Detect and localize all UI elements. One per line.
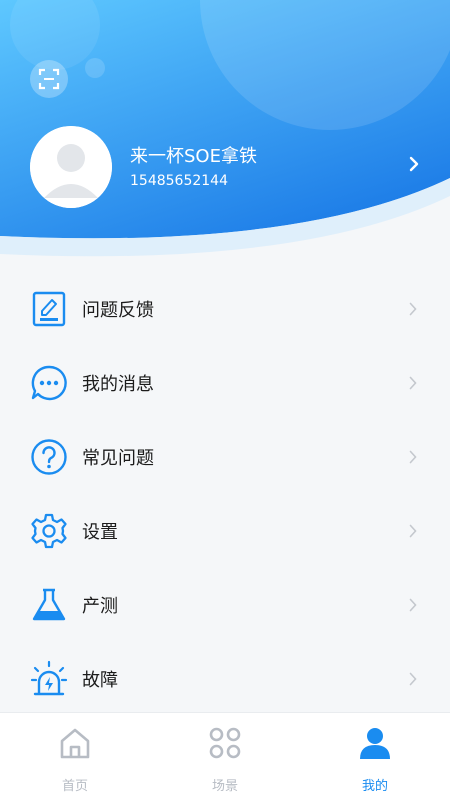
menu-item-label: 我的消息 [82, 374, 154, 395]
tab-mine[interactable]: 我的 [300, 713, 450, 800]
profile-header: 来一杯SOE拿铁 15485652144 [0, 0, 450, 300]
bottom-tab-bar: 首页 场景 我的 [0, 712, 450, 800]
menu-item-label: 故障 [82, 670, 118, 691]
chevron-right-icon [406, 524, 420, 538]
tab-scenes[interactable]: 场景 [150, 713, 300, 800]
menu-item-label: 问题反馈 [82, 300, 154, 321]
default-avatar-icon [30, 126, 112, 208]
message-bubble-icon [30, 364, 68, 402]
chevron-right-icon [406, 450, 420, 464]
scene-grid-icon [207, 725, 243, 761]
chevron-right-icon [406, 598, 420, 612]
chevron-right-icon [406, 672, 420, 686]
chevron-right-icon [406, 376, 420, 390]
tab-label: 场景 [211, 779, 238, 794]
alarm-icon [30, 660, 68, 698]
menu-item-feedback[interactable]: 问题反馈 [0, 272, 450, 346]
menu-item-label: 设置 [82, 522, 118, 543]
avatar[interactable] [30, 126, 112, 208]
question-circle-icon [30, 438, 68, 476]
user-id: 15485652144 [130, 173, 228, 189]
menu-item-label: 常见问题 [82, 448, 154, 469]
tab-label: 我的 [361, 779, 388, 794]
chevron-right-icon [409, 156, 419, 172]
menu-item-messages[interactable]: 我的消息 [0, 346, 450, 420]
menu-list: 问题反馈 我的消息 常见问题 设置 产测 故障 [0, 272, 450, 716]
menu-item-label: 产测 [82, 596, 118, 617]
flask-icon [30, 586, 68, 624]
tab-home[interactable]: 首页 [0, 713, 150, 800]
menu-item-production-test[interactable]: 产测 [0, 568, 450, 642]
scan-button[interactable] [30, 60, 68, 98]
gear-icon [30, 512, 68, 550]
profile-arrow-button[interactable] [402, 152, 426, 176]
scan-icon [38, 68, 60, 90]
feedback-edit-icon [30, 290, 68, 328]
username: 来一杯SOE拿铁 [130, 146, 257, 167]
menu-item-fault[interactable]: 故障 [0, 642, 450, 716]
menu-item-faq[interactable]: 常见问题 [0, 420, 450, 494]
home-icon [57, 725, 93, 761]
tab-label: 首页 [61, 779, 88, 794]
menu-item-settings[interactable]: 设置 [0, 494, 450, 568]
user-icon [357, 725, 393, 761]
chevron-right-icon [406, 302, 420, 316]
